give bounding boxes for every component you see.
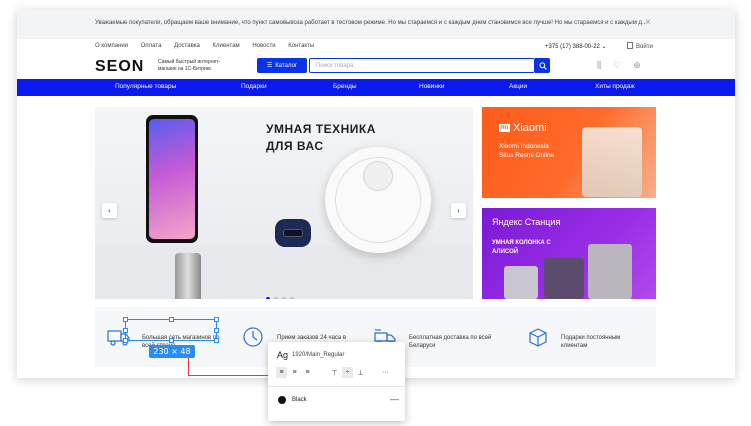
notice-bar: Уважаемые покупатели, обращаем ваше вним… (17, 9, 735, 39)
color-swatch[interactable] (278, 396, 286, 404)
nav-item-new[interactable]: Новинки (419, 83, 444, 90)
login-label: Войти (636, 44, 653, 50)
resize-handle[interactable] (214, 328, 219, 333)
font-preview: Ag (277, 350, 289, 360)
hero-slider[interactable]: УМНАЯ ТЕХНИКА ДЛЯ ВАС ‹ › (95, 107, 473, 299)
link-about[interactable]: О компании (95, 43, 128, 49)
promo-yandex-station[interactable]: Яндекс Станция УМНАЯ КОЛОНКА С АЛИСОЙ (482, 208, 656, 299)
size-badge: 230 × 48 (149, 345, 195, 358)
nav-item-hits[interactable]: Хиты продаж (595, 83, 635, 90)
header-icons: ⫼ ♡ ⊕ (597, 60, 641, 71)
compare-icon[interactable]: ⫼ (597, 60, 601, 71)
catalog-label: Каталог (275, 62, 298, 69)
nav-item-sales[interactable]: Акции (509, 83, 527, 90)
selection-box[interactable] (123, 317, 219, 343)
nav-item-popular[interactable]: Популярные товары (115, 83, 176, 90)
slider-dot[interactable] (290, 297, 294, 299)
resize-handle[interactable] (169, 338, 174, 343)
xiaomi-logo: mi Xiaomi (499, 122, 547, 134)
login-link[interactable]: Войти (627, 42, 653, 50)
link-delivery[interactable]: Доставка (174, 43, 200, 49)
link-contacts[interactable]: Контакты (288, 43, 314, 49)
main-nav: Популярные товары Подарки Бренды Новинки… (17, 79, 735, 96)
measure-line (188, 375, 272, 376)
site-logo[interactable]: SEON (95, 58, 144, 76)
link-payment[interactable]: Оплата (141, 43, 162, 49)
resize-handle[interactable] (123, 317, 128, 322)
speaker-image (544, 258, 584, 299)
feature-text: Подарки постоянным клиентам (561, 335, 621, 349)
promo-xiaomi[interactable]: mi Xiaomi Xiaomi Indonesia Situs Resmi On… (482, 107, 656, 198)
smartphone-image (146, 115, 198, 243)
fitness-band-image (275, 219, 311, 247)
slider-prev-button[interactable]: ‹ (102, 203, 117, 218)
speaker-image (504, 266, 538, 299)
align-bottom-button[interactable]: ⊥ (355, 367, 366, 378)
speaker-image (588, 244, 632, 299)
feature-text: Бесплатная доставка по всей Беларуси (409, 335, 492, 349)
yandex-promo-text: УМНАЯ КОЛОНКА С АЛИСОЙ (492, 240, 551, 255)
link-clients[interactable]: Клиентам (213, 43, 240, 49)
nav-item-brands[interactable]: Бренды (333, 83, 357, 90)
lamp-image (175, 253, 201, 299)
slider-dots (266, 297, 294, 299)
search-icon (538, 61, 547, 70)
xiaomi-promo-text: Xiaomi Indonesia Situs Resmi Online (499, 143, 555, 159)
align-right-button[interactable]: ≡ (302, 367, 313, 378)
slider-dot[interactable] (266, 297, 270, 299)
search-input[interactable]: Поиск товара (309, 58, 535, 73)
resize-handle[interactable] (123, 338, 128, 343)
login-icon (627, 42, 633, 49)
text-style-panel: Ag 1920/Main_Regular ≡ ≡ ≡ ⊤ ÷ ⊥ ··· Bla… (268, 342, 405, 421)
search-button[interactable] (535, 58, 550, 73)
robot-vacuum-image (325, 147, 431, 253)
xiaomi-products-image (582, 127, 642, 197)
color-name: Black (292, 397, 307, 403)
resize-handle[interactable] (169, 317, 174, 322)
clock-icon (243, 327, 263, 347)
shelf-background (95, 247, 473, 299)
alignment-toolbar: ≡ ≡ ≡ ⊤ ÷ ⊥ ··· (276, 367, 399, 378)
menu-icon: ☰ (266, 63, 273, 69)
align-center-button[interactable]: ≡ (289, 367, 300, 378)
align-left-button[interactable]: ≡ (276, 367, 287, 378)
close-icon[interactable]: × (645, 17, 651, 28)
divider (268, 386, 405, 387)
heart-icon[interactable]: ♡ (613, 60, 621, 71)
align-top-button[interactable]: ⊤ (329, 367, 340, 378)
resize-handle[interactable] (214, 317, 219, 322)
slider-dot[interactable] (274, 297, 278, 299)
align-middle-button[interactable]: ÷ (342, 367, 353, 378)
resize-handle[interactable] (214, 338, 219, 343)
measure-line (188, 358, 189, 375)
site-tagline: Самый быстрый интернет-магазин на 1С-Бит… (158, 59, 221, 72)
catalog-button[interactable]: ☰ Каталог (257, 58, 307, 73)
cart-icon[interactable]: ⊕ (633, 60, 641, 71)
text-style-name[interactable]: 1920/Main_Regular (292, 352, 344, 358)
nav-item-gifts[interactable]: Подарки (241, 83, 267, 90)
slider-dot[interactable] (282, 297, 286, 299)
gift-box-icon (529, 328, 547, 347)
resize-handle[interactable] (123, 328, 128, 333)
notice-text: Уважаемые покупатели, обращаем ваше вним… (95, 20, 648, 26)
top-links: О компании Оплата Доставка Клиентам Ново… (95, 43, 325, 49)
more-options-button[interactable]: ··· (380, 367, 391, 378)
slider-next-button[interactable]: › (451, 203, 466, 218)
phone-number[interactable]: +375 (17) 388-00-22 ⌄ (545, 43, 607, 50)
link-news[interactable]: Новости (252, 43, 275, 49)
remove-fill-button[interactable]: — (390, 394, 399, 404)
yandex-logo: Яндекс Станция (492, 217, 561, 227)
